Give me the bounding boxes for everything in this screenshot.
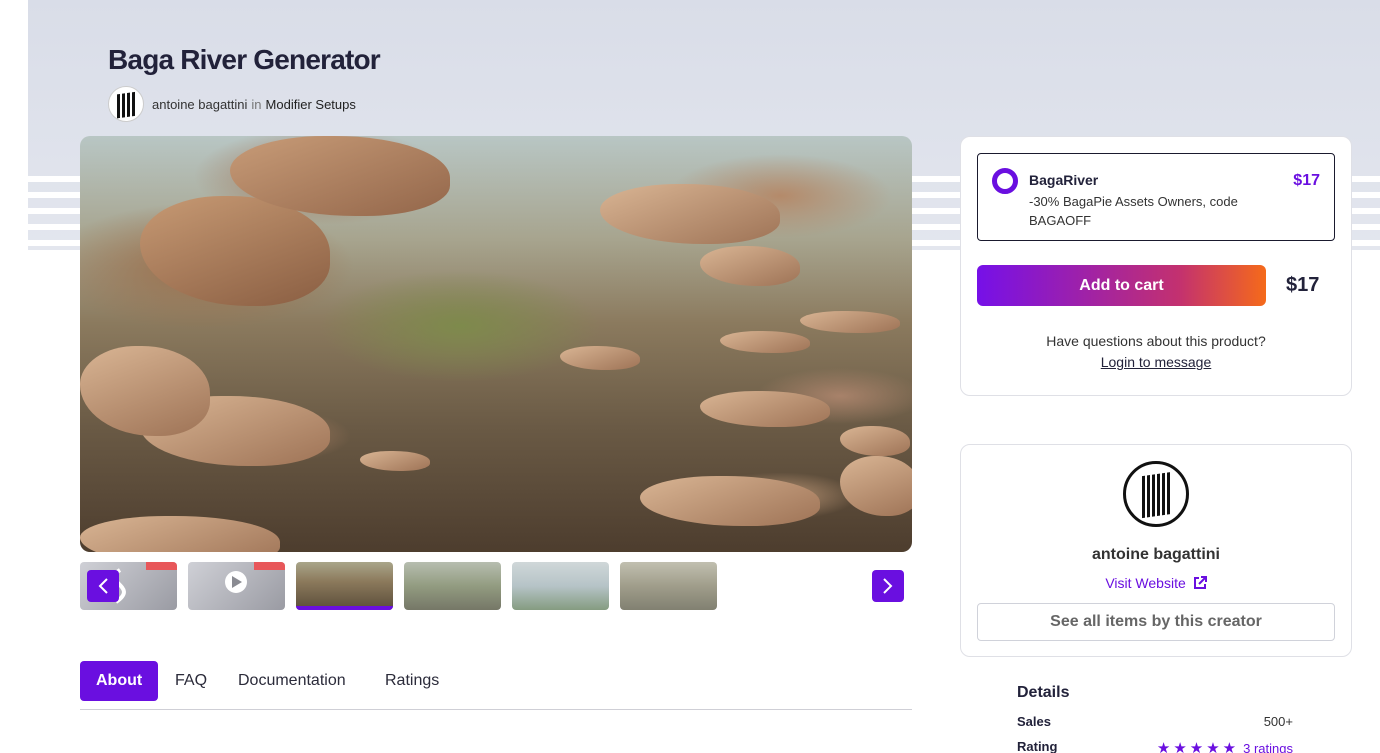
author-in-label: in	[251, 96, 262, 112]
sales-label: Sales	[1017, 714, 1051, 729]
star-icon: ★	[1189, 740, 1204, 753]
creator-avatar[interactable]	[1123, 461, 1189, 527]
license-name: BagaRiver	[1029, 172, 1099, 188]
tab-documentation[interactable]: Documentation	[238, 661, 346, 701]
details-section: Details Sales 500+ Rating ★ ★ ★ ★ ★ 3 ra…	[1017, 684, 1293, 753]
sales-value: 500+	[1263, 714, 1293, 729]
play-icon	[225, 562, 285, 593]
rating-count-link[interactable]: 3 ratings	[1243, 741, 1293, 753]
product-title: Baga River Generator	[108, 44, 381, 75]
total-price: $17	[1286, 274, 1320, 296]
rating-row: Rating ★ ★ ★ ★ ★ 3 ratings	[1017, 739, 1293, 753]
question-text: Have questions about this product?	[1046, 333, 1266, 349]
author-name-link[interactable]: antoine bagattini	[152, 97, 247, 112]
main-product-image[interactable]	[80, 136, 912, 552]
star-icon: ★	[1206, 740, 1220, 753]
license-option[interactable]: BagaRiver -30% BagaPie Assets Owners, co…	[977, 153, 1335, 241]
creator-card: antoine bagattini Visit Website See all …	[960, 444, 1352, 657]
license-price: $17	[1293, 172, 1320, 189]
category-link[interactable]: Modifier Setups	[266, 97, 356, 112]
star-icon: ★	[1156, 740, 1171, 753]
star-icon: ★	[1222, 740, 1237, 753]
thumbnail[interactable]	[512, 562, 609, 610]
rating-label: Rating	[1017, 739, 1058, 753]
author-row: antoine bagattini in Modifier Setups	[108, 86, 356, 122]
see-all-items-button[interactable]: See all items by this creator	[977, 603, 1335, 641]
external-link-icon[interactable]	[1193, 576, 1207, 590]
visit-website-link[interactable]: Visit Website	[1105, 575, 1185, 591]
chevron-left-icon	[98, 578, 108, 594]
thumbnail[interactable]	[188, 562, 285, 610]
thumbnail[interactable]	[620, 562, 717, 610]
sales-row: Sales 500+	[1017, 714, 1293, 729]
rating-stars: ★ ★ ★ ★ ★ 3 ratings	[1157, 739, 1293, 753]
chevron-right-icon	[883, 578, 893, 594]
login-to-message-link-row: Login to message	[961, 354, 1351, 370]
thumbnail-strip	[80, 562, 912, 610]
tab-faq[interactable]: FAQ	[175, 661, 207, 701]
details-heading: Details	[1017, 684, 1070, 701]
gallery-next-button[interactable]	[872, 570, 904, 602]
license-description: -30% BagaPie Assets Owners, code BAGAOFF	[1029, 194, 1238, 228]
thumbnail[interactable]	[404, 562, 501, 610]
tab-ratings[interactable]: Ratings	[385, 661, 439, 701]
tab-about[interactable]: About	[80, 661, 159, 701]
product-page: Baga River Generator antoine bagattini i…	[0, 0, 1380, 753]
product-tabs: About FAQ Documentation Ratings	[80, 661, 912, 710]
visit-website-row: Visit Website	[961, 575, 1351, 591]
login-to-message-link[interactable]: Login to message	[1101, 354, 1212, 370]
gallery-prev-button[interactable]	[87, 570, 119, 602]
thumbnail[interactable]	[296, 562, 393, 610]
star-icon: ★	[1173, 740, 1187, 753]
purchase-card: BagaRiver -30% BagaPie Assets Owners, co…	[960, 136, 1352, 396]
add-to-cart-button[interactable]: Add to cart	[977, 265, 1266, 306]
creator-name[interactable]: antoine bagattini	[961, 546, 1351, 564]
author-avatar[interactable]	[108, 86, 144, 122]
license-radio[interactable]	[992, 168, 1018, 194]
